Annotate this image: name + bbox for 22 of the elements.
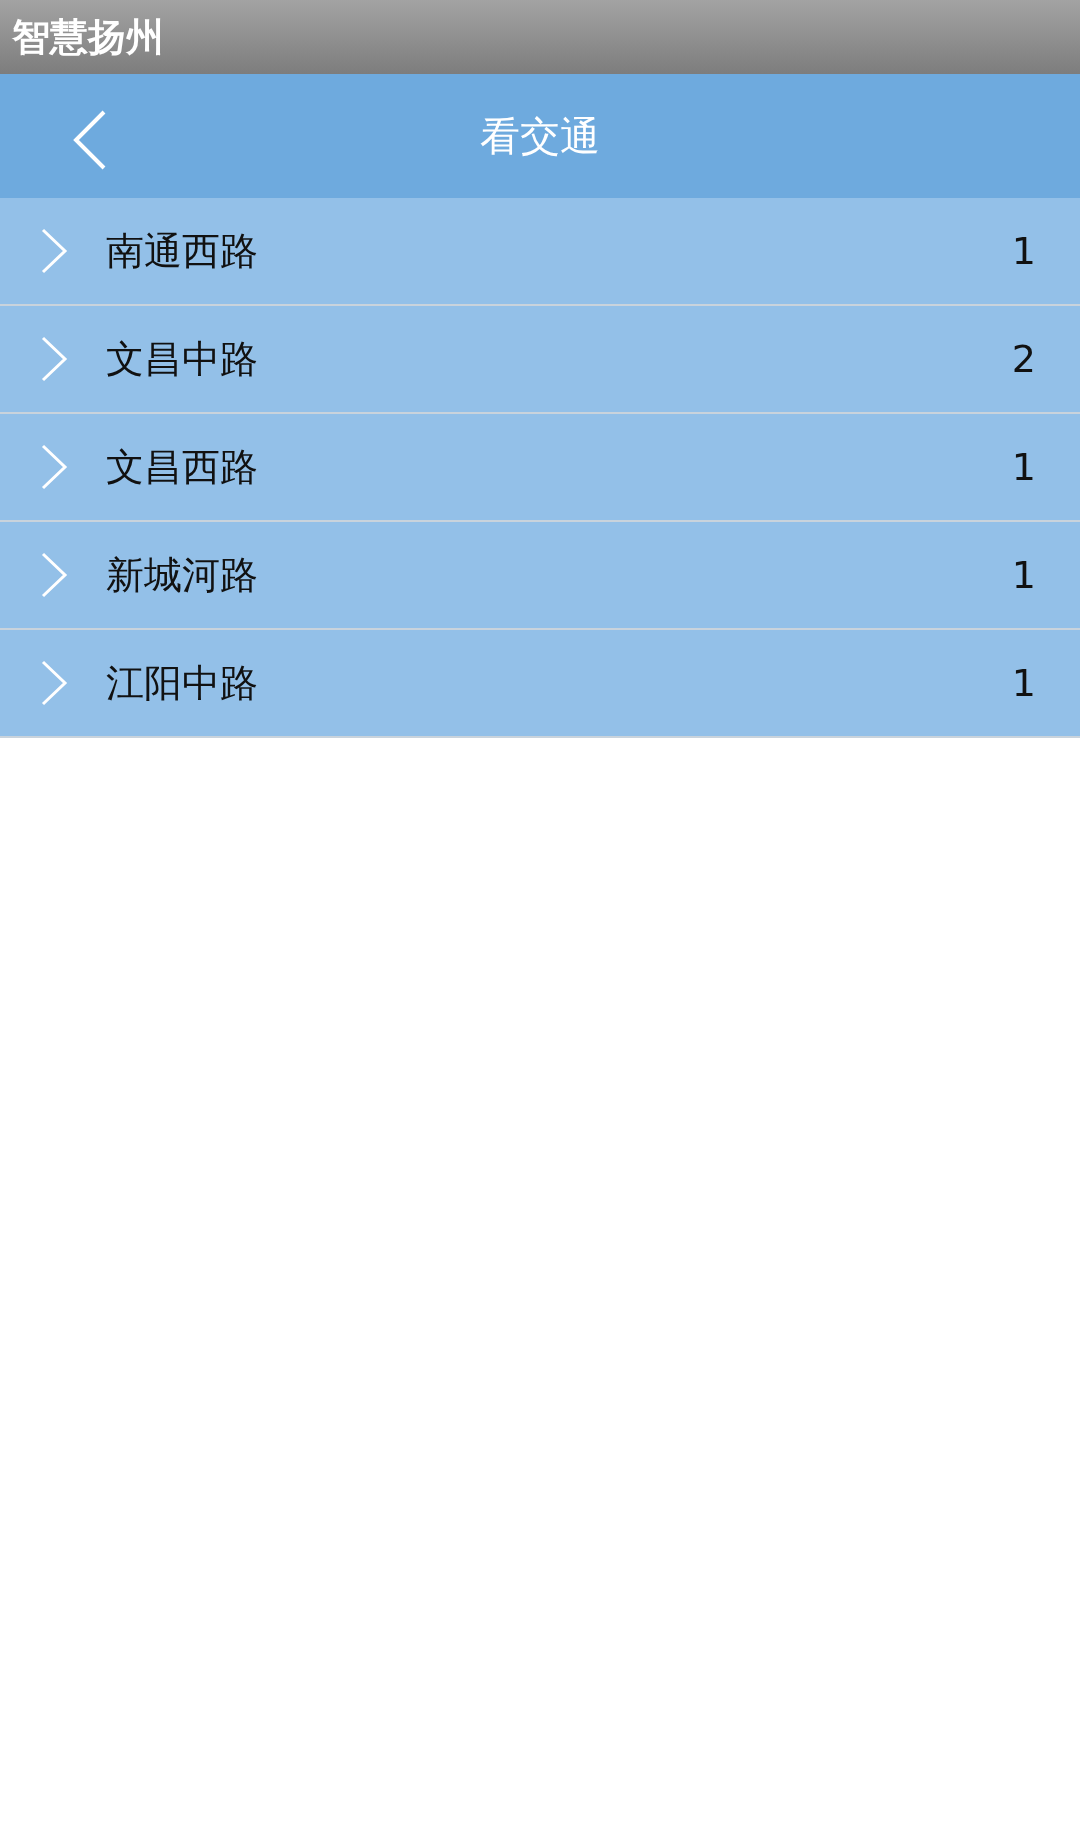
count-label: 1 <box>1011 551 1036 599</box>
count-label: 1 <box>1011 659 1036 707</box>
road-list-item[interactable]: 新城河路 1 <box>0 522 1080 630</box>
app-title: 智慧扬州 <box>11 15 164 59</box>
page-title: 看交通 <box>480 112 600 161</box>
count-label: 1 <box>1011 443 1036 491</box>
chevron-right-icon <box>40 660 68 706</box>
road-name: 江阳中路 <box>106 659 259 707</box>
chevron-right-icon <box>40 444 68 490</box>
road-name: 南通西路 <box>106 227 259 275</box>
count-label: 2 <box>1011 335 1036 383</box>
road-list-item[interactable]: 江阳中路 1 <box>0 630 1080 738</box>
road-name: 文昌中路 <box>106 335 259 383</box>
road-list-item[interactable]: 南通西路 1 <box>0 198 1080 306</box>
chevron-right-icon <box>40 228 68 274</box>
chevron-right-icon <box>40 552 68 598</box>
road-list-item[interactable]: 文昌中路 2 <box>0 306 1080 414</box>
chevron-right-icon <box>40 336 68 382</box>
road-name: 新城河路 <box>106 551 259 599</box>
count-label: 1 <box>1011 227 1036 275</box>
road-list-item[interactable]: 文昌西路 1 <box>0 414 1080 522</box>
road-name: 文昌西路 <box>106 443 259 491</box>
